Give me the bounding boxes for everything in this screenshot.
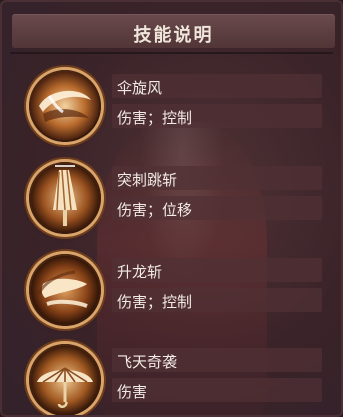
skill-desc-row: 伤害 bbox=[112, 378, 322, 402]
umbrella-spin-icon[interactable] bbox=[29, 70, 101, 142]
skill-desc: 伤害 bbox=[117, 383, 148, 401]
skill-desc: 伤害；控制 bbox=[117, 293, 193, 311]
skill-item[interactable]: 突刺跳斩 伤害；位移 bbox=[2, 158, 341, 246]
skill-desc-row: 伤害；控制 bbox=[112, 288, 322, 312]
open-umbrella-icon[interactable] bbox=[29, 344, 101, 415]
skill-item[interactable]: 升龙斩 伤害；控制 bbox=[2, 250, 341, 338]
skill-desc: 伤害；控制 bbox=[117, 109, 193, 127]
skill-item[interactable]: 飞天奇袭 伤害 bbox=[2, 340, 341, 415]
panel-title: 技能说明 bbox=[133, 25, 214, 46]
header-divider bbox=[10, 52, 333, 54]
skill-name: 升龙斩 bbox=[117, 263, 163, 281]
skill-name-row: 升龙斩 bbox=[112, 258, 322, 282]
skill-name-row: 伞旋风 bbox=[112, 74, 322, 98]
rising-slash-icon[interactable] bbox=[29, 254, 101, 326]
skill-item[interactable]: 伞旋风 伤害；控制 bbox=[2, 66, 341, 154]
umbrella-thrust-icon[interactable] bbox=[29, 162, 101, 234]
skill-name: 突刺跳斩 bbox=[117, 171, 178, 189]
skill-description-panel: 技能说明 伞旋风 伤害；控制 突刺跳斩 伤害；位移 升龙斩 伤害；控制 飞天奇袭… bbox=[0, 0, 343, 417]
skill-desc-row: 伤害；位移 bbox=[112, 196, 322, 220]
skill-name: 伞旋风 bbox=[117, 79, 163, 97]
skill-desc-row: 伤害；控制 bbox=[112, 104, 322, 128]
skill-name-row: 飞天奇袭 bbox=[112, 348, 322, 372]
skill-name: 飞天奇袭 bbox=[117, 353, 178, 371]
skill-desc: 伤害；位移 bbox=[117, 201, 193, 219]
skill-name-row: 突刺跳斩 bbox=[112, 166, 322, 190]
panel-header: 技能说明 bbox=[12, 14, 335, 48]
